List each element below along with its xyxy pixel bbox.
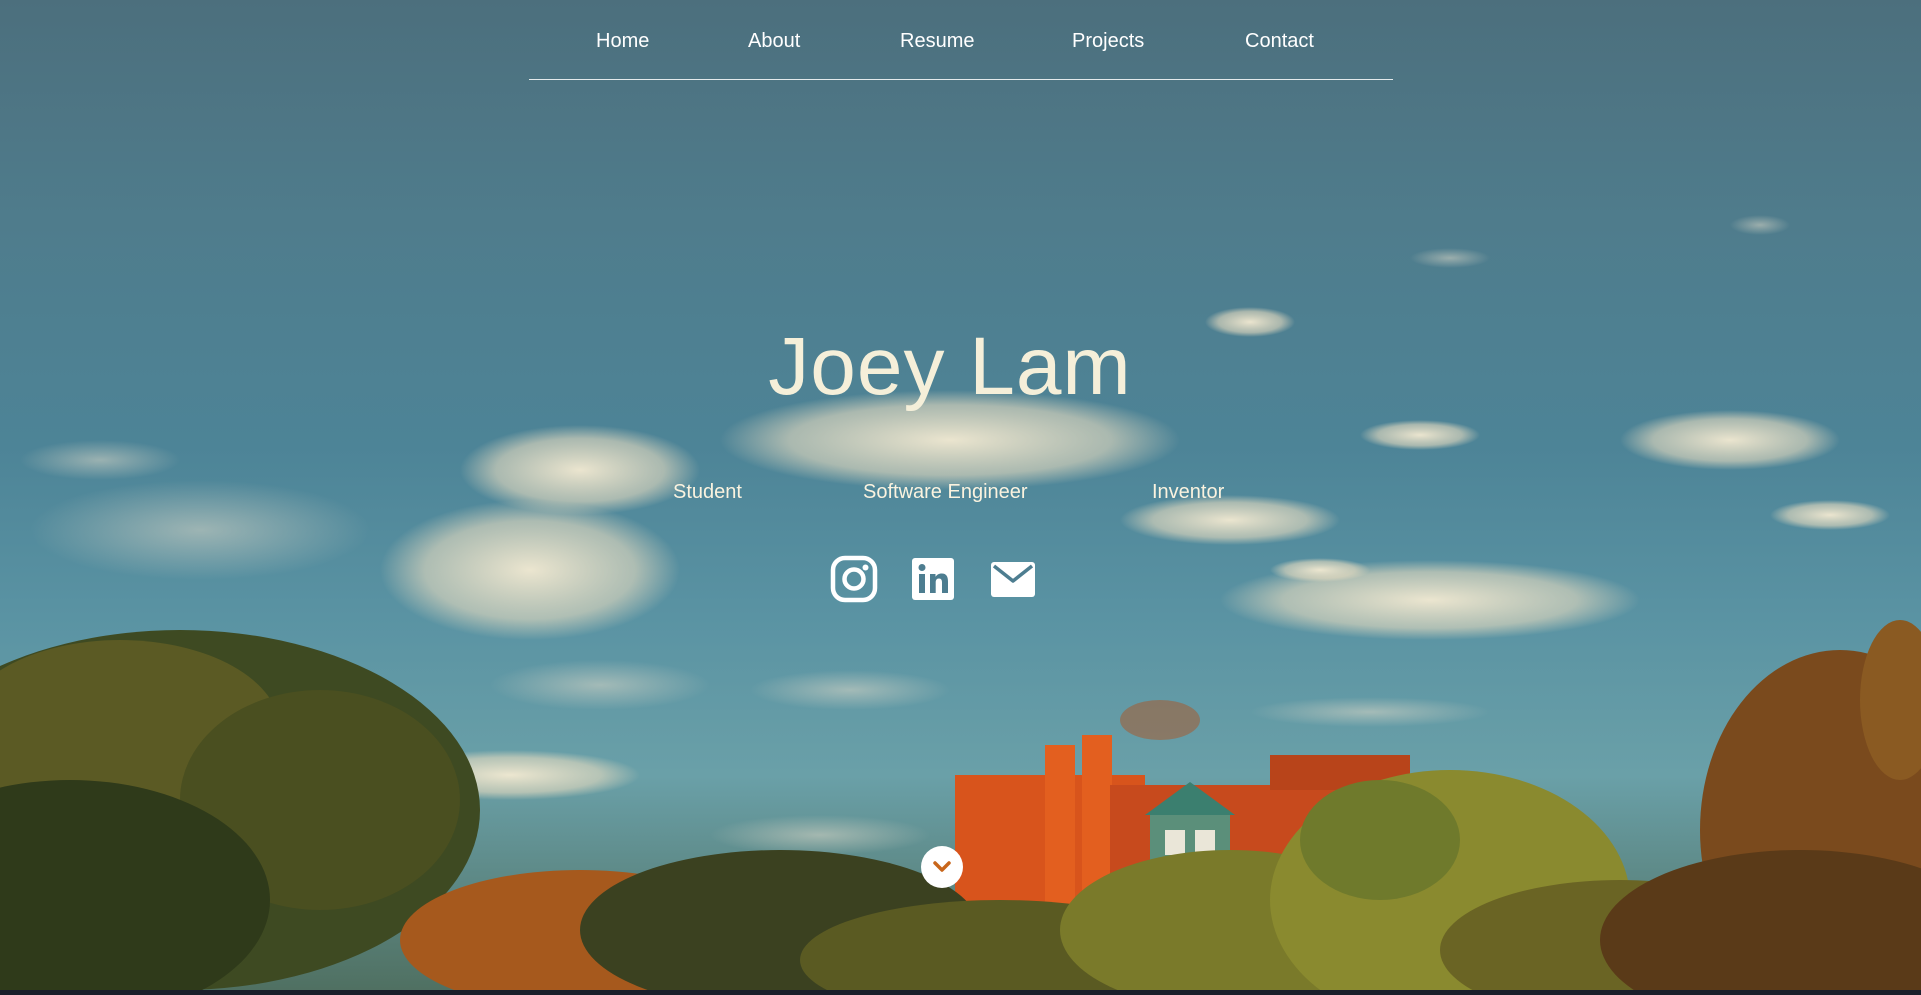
main-nav: Home About Resume Projects Contact xyxy=(529,0,1393,80)
role-student: Student xyxy=(673,481,742,503)
role-software-engineer: Software Engineer xyxy=(863,481,1028,503)
scroll-down-button[interactable] xyxy=(921,846,963,888)
page-title: Joey Lam xyxy=(768,321,1132,412)
hero-section: Home About Resume Projects Contact Joey … xyxy=(0,0,1921,995)
role-inventor: Inventor xyxy=(1152,481,1225,503)
nav-resume-link[interactable]: Resume xyxy=(900,30,974,53)
instagram-icon[interactable] xyxy=(830,555,878,603)
nav-about-link[interactable]: About xyxy=(748,30,800,53)
nav-projects-link[interactable]: Projects xyxy=(1072,30,1144,53)
chevron-down-icon xyxy=(933,861,951,872)
nav-home-link[interactable]: Home xyxy=(596,30,649,53)
nav-contact-link[interactable]: Contact xyxy=(1245,30,1314,53)
linkedin-icon[interactable] xyxy=(909,555,957,603)
mail-icon[interactable] xyxy=(989,555,1037,603)
